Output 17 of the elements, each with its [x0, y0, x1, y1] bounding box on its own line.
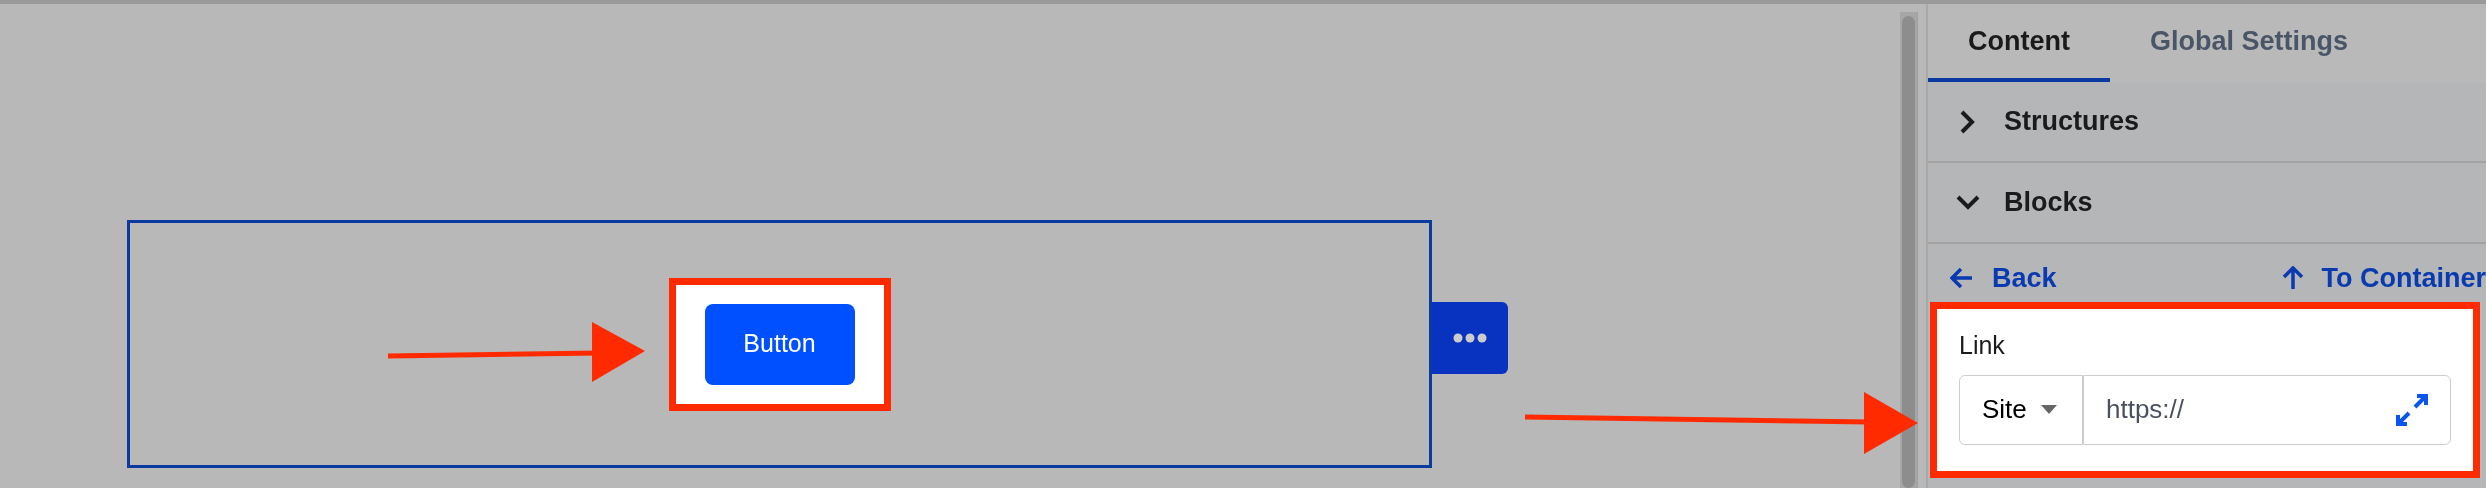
type-dropdown[interactable]: Site	[1959, 374, 2083, 445]
back-link[interactable]: Back	[1950, 254, 2057, 302]
expand-icon	[2395, 392, 2429, 427]
url-field[interactable]: https://	[2083, 374, 2451, 445]
section-header[interactable]: Blocks	[1928, 163, 2486, 244]
arrow-left-icon	[1950, 267, 1974, 289]
field-label: Link	[1959, 330, 2006, 361]
section-header[interactable]: Structures	[1928, 82, 2486, 163]
scrollbar[interactable]	[1900, 12, 1918, 488]
tab[interactable]: Content	[1928, 4, 2110, 82]
sample-button[interactable]: Button	[704, 303, 855, 385]
more-icon	[1453, 333, 1487, 343]
tab[interactable]: Global Settings	[2110, 4, 2388, 82]
more-button[interactable]	[1432, 302, 1508, 374]
to-container-link[interactable]: To Container	[2281, 254, 2486, 302]
caret-icon	[2040, 405, 2057, 414]
arrow-up-icon	[2281, 266, 2304, 290]
